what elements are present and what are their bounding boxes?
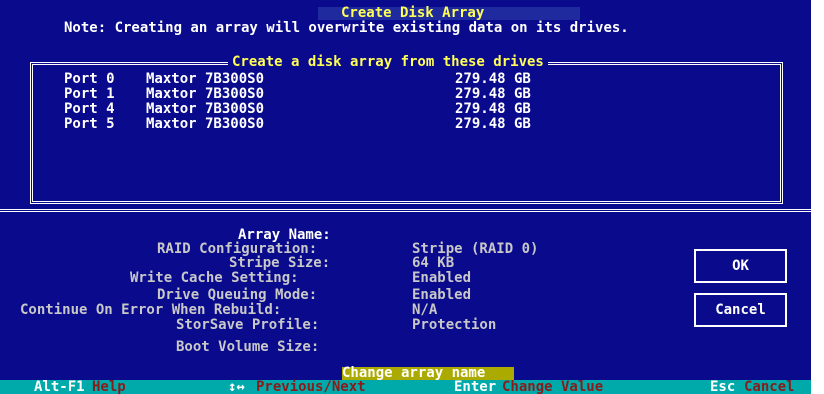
- stripe-size-value[interactable]: 64 KB: [412, 256, 454, 271]
- drive-list-title: Create a disk array from these drives: [228, 55, 548, 70]
- nav-label: Previous/Next: [256, 379, 366, 394]
- cancel-button[interactable]: Cancel: [694, 293, 787, 327]
- write-cache-value[interactable]: Enabled: [412, 271, 471, 286]
- drive-model: Maxtor 7B300S0: [146, 71, 265, 87]
- boot-volume-size-label: Boot Volume Size:: [176, 339, 320, 355]
- continue-on-error-value[interactable]: N/A: [412, 303, 437, 318]
- ok-button[interactable]: OK: [694, 249, 787, 283]
- esc-key[interactable]: Esc: [710, 380, 735, 394]
- dialog-title: Create Disk Array: [341, 5, 485, 21]
- write-cache-label: Write Cache Setting:: [130, 270, 299, 286]
- drive-queuing-value[interactable]: Enabled: [412, 288, 471, 303]
- storsave-profile-label: StorSave Profile:: [176, 317, 320, 333]
- footer-bar: Alt-F1 Help ↕↔ Previous/Next Enter Chang…: [0, 380, 811, 394]
- esc-label: Cancel: [744, 379, 795, 394]
- arrows-icon: ↕↔: [228, 379, 245, 394]
- bios-screen: Create Disk Array Note: Creating an arra…: [0, 0, 811, 394]
- drive-port: Port 1: [64, 86, 115, 102]
- drive-model: Maxtor 7B300S0: [146, 116, 265, 132]
- drive-port: Port 0: [64, 71, 115, 87]
- drive-model: Maxtor 7B300S0: [146, 101, 265, 117]
- help-key[interactable]: Alt-F1: [34, 380, 85, 394]
- stripe-size-label: Stripe Size:: [229, 255, 331, 271]
- drive-port: Port 4: [64, 101, 115, 117]
- outer-border: [811, 0, 824, 394]
- enter-label: Change Value: [502, 379, 604, 394]
- drive-size: 279.48 GB: [455, 116, 531, 132]
- help-label: Help: [92, 379, 126, 394]
- drive-model: Maxtor 7B300S0: [146, 86, 265, 102]
- drive-size: 279.48 GB: [455, 71, 531, 87]
- continue-on-error-label: Continue On Error When Rebuild:: [20, 302, 282, 318]
- drive-list-frame: [30, 62, 783, 204]
- warning-note: Note: Creating an array will overwrite e…: [64, 20, 629, 36]
- storsave-profile-value[interactable]: Protection: [412, 318, 496, 333]
- drive-size: 279.48 GB: [455, 101, 531, 117]
- drive-queuing-label: Drive Queuing Mode:: [157, 287, 318, 303]
- section-divider: [0, 209, 811, 212]
- drive-size: 279.48 GB: [455, 86, 531, 102]
- drive-port: Port 5: [64, 116, 115, 132]
- enter-key[interactable]: Enter: [454, 380, 496, 394]
